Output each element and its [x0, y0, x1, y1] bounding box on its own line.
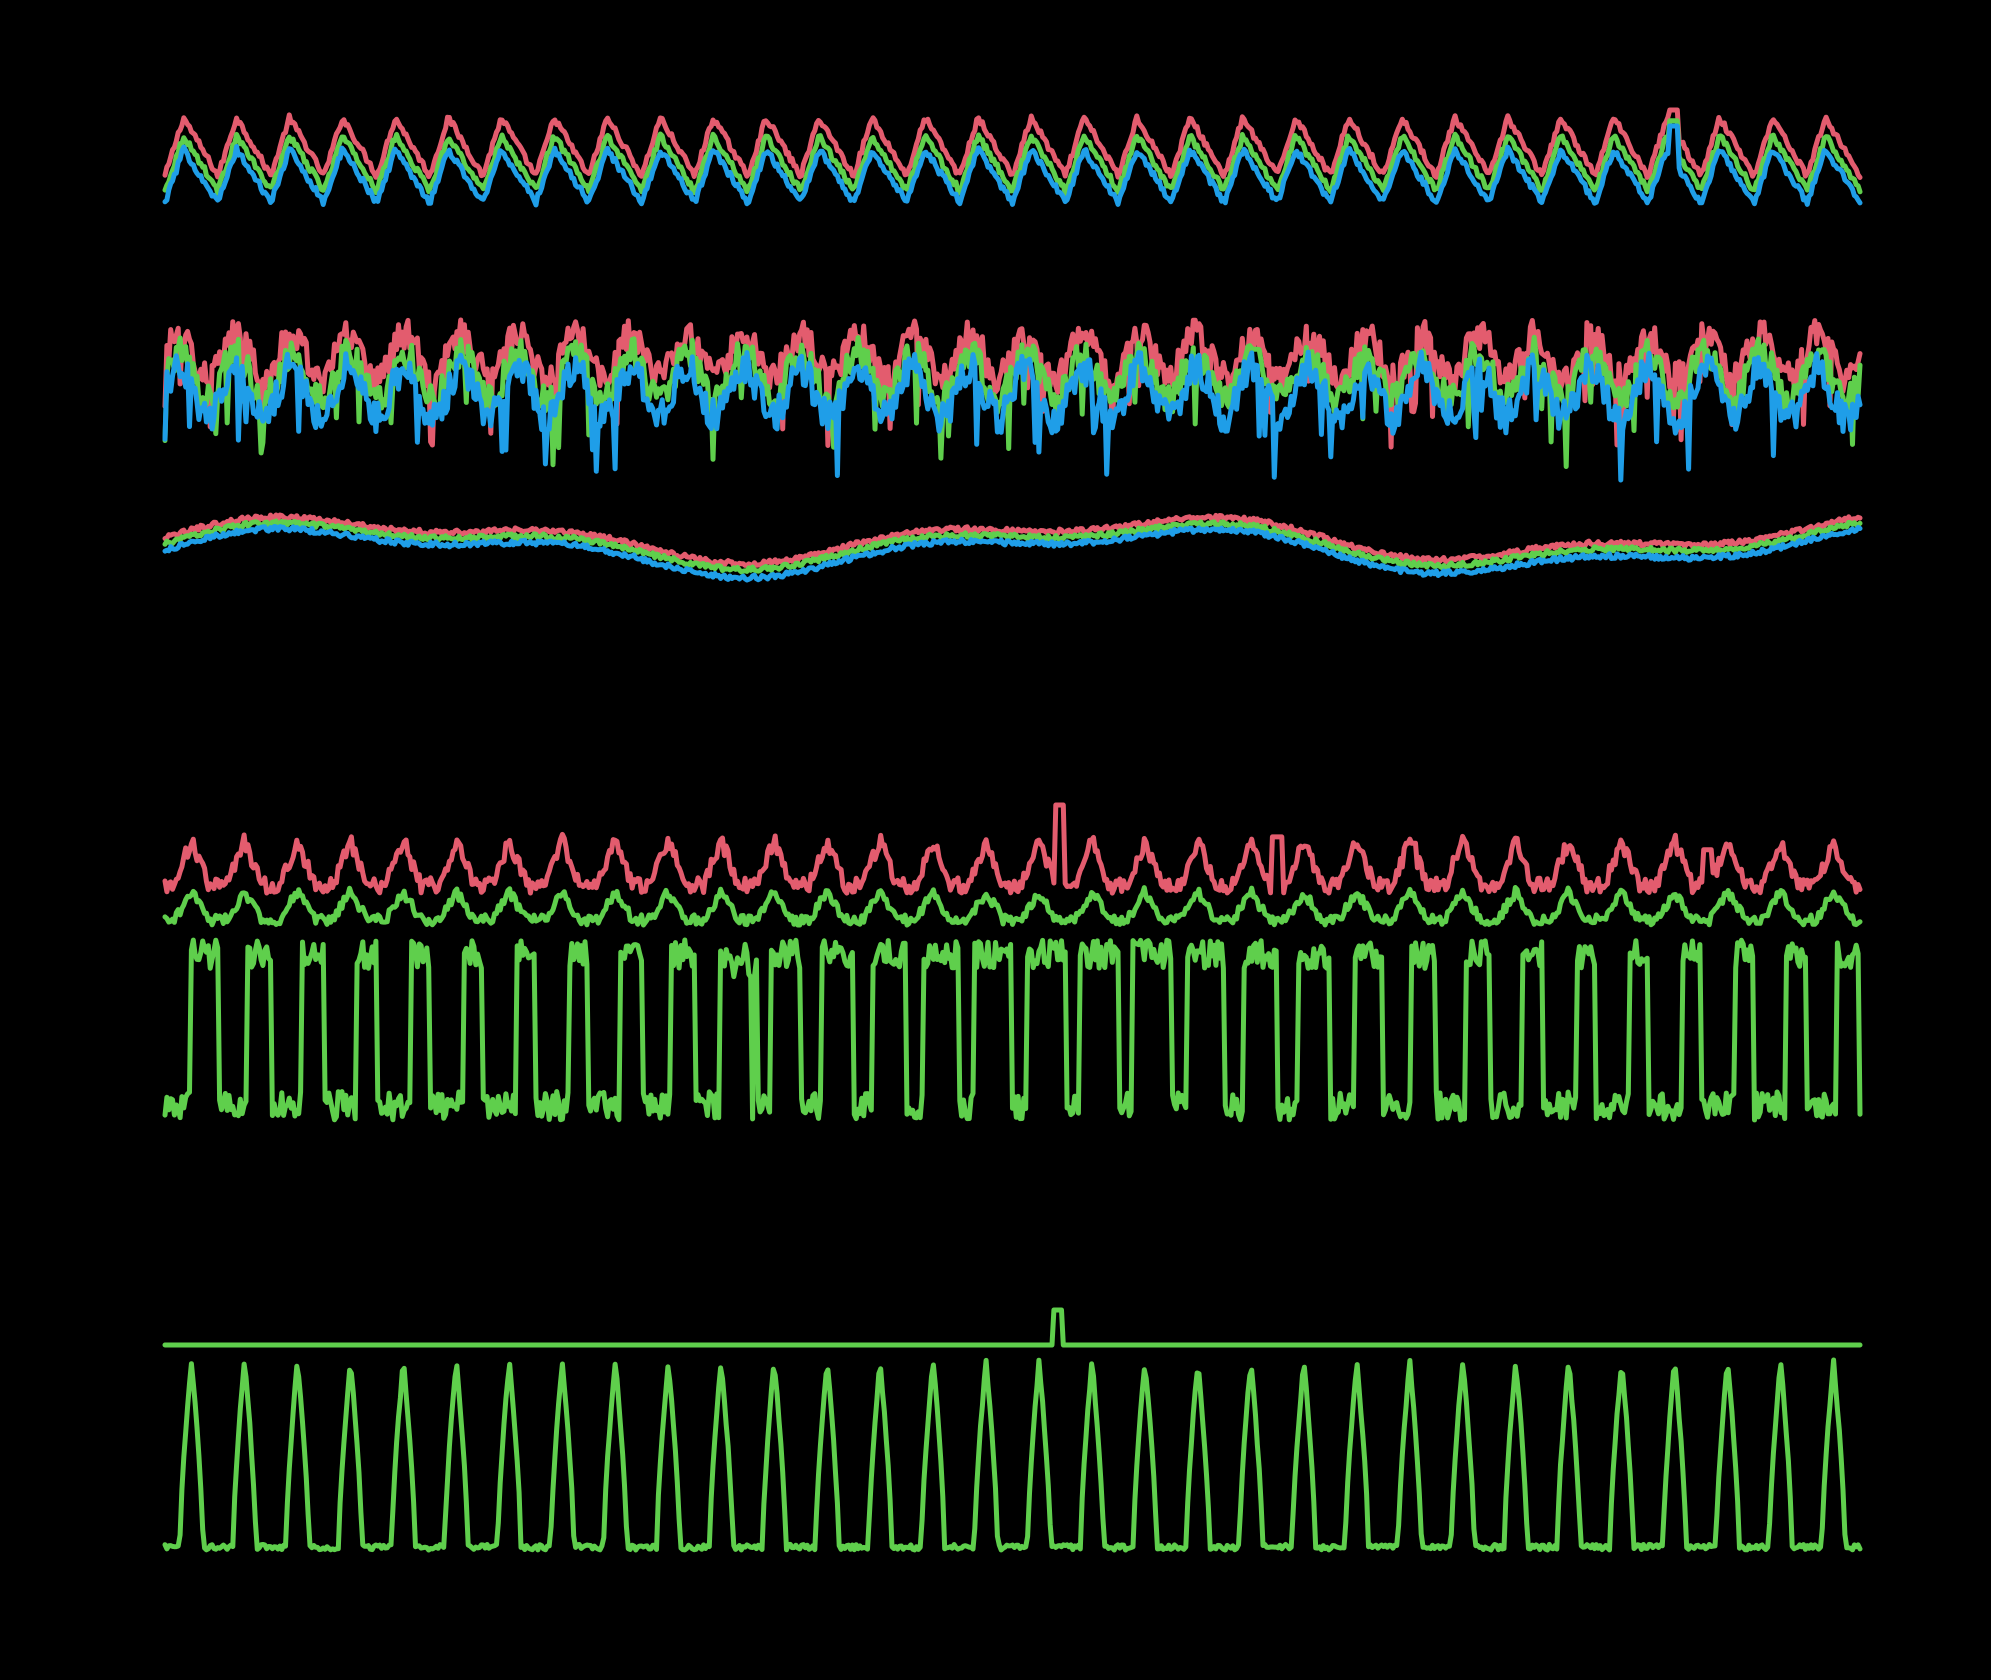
- panel-4: [162, 802, 1863, 928]
- panel-7-series-green: [162, 1357, 1863, 1553]
- panel-6: [162, 1307, 1863, 1348]
- panel-1: [162, 107, 1863, 208]
- panel-6-series-green: [162, 1307, 1863, 1348]
- panel-5-series-green: [162, 937, 1863, 1123]
- stacked-signal-chart: [162, 107, 1863, 1553]
- panel-2: [162, 317, 1863, 483]
- panel-5: [162, 937, 1863, 1123]
- panel-4-series-red: [162, 802, 1863, 896]
- panel-7: [162, 1357, 1863, 1553]
- chart-canvas: [0, 0, 1991, 1680]
- panel-3: [162, 512, 1863, 583]
